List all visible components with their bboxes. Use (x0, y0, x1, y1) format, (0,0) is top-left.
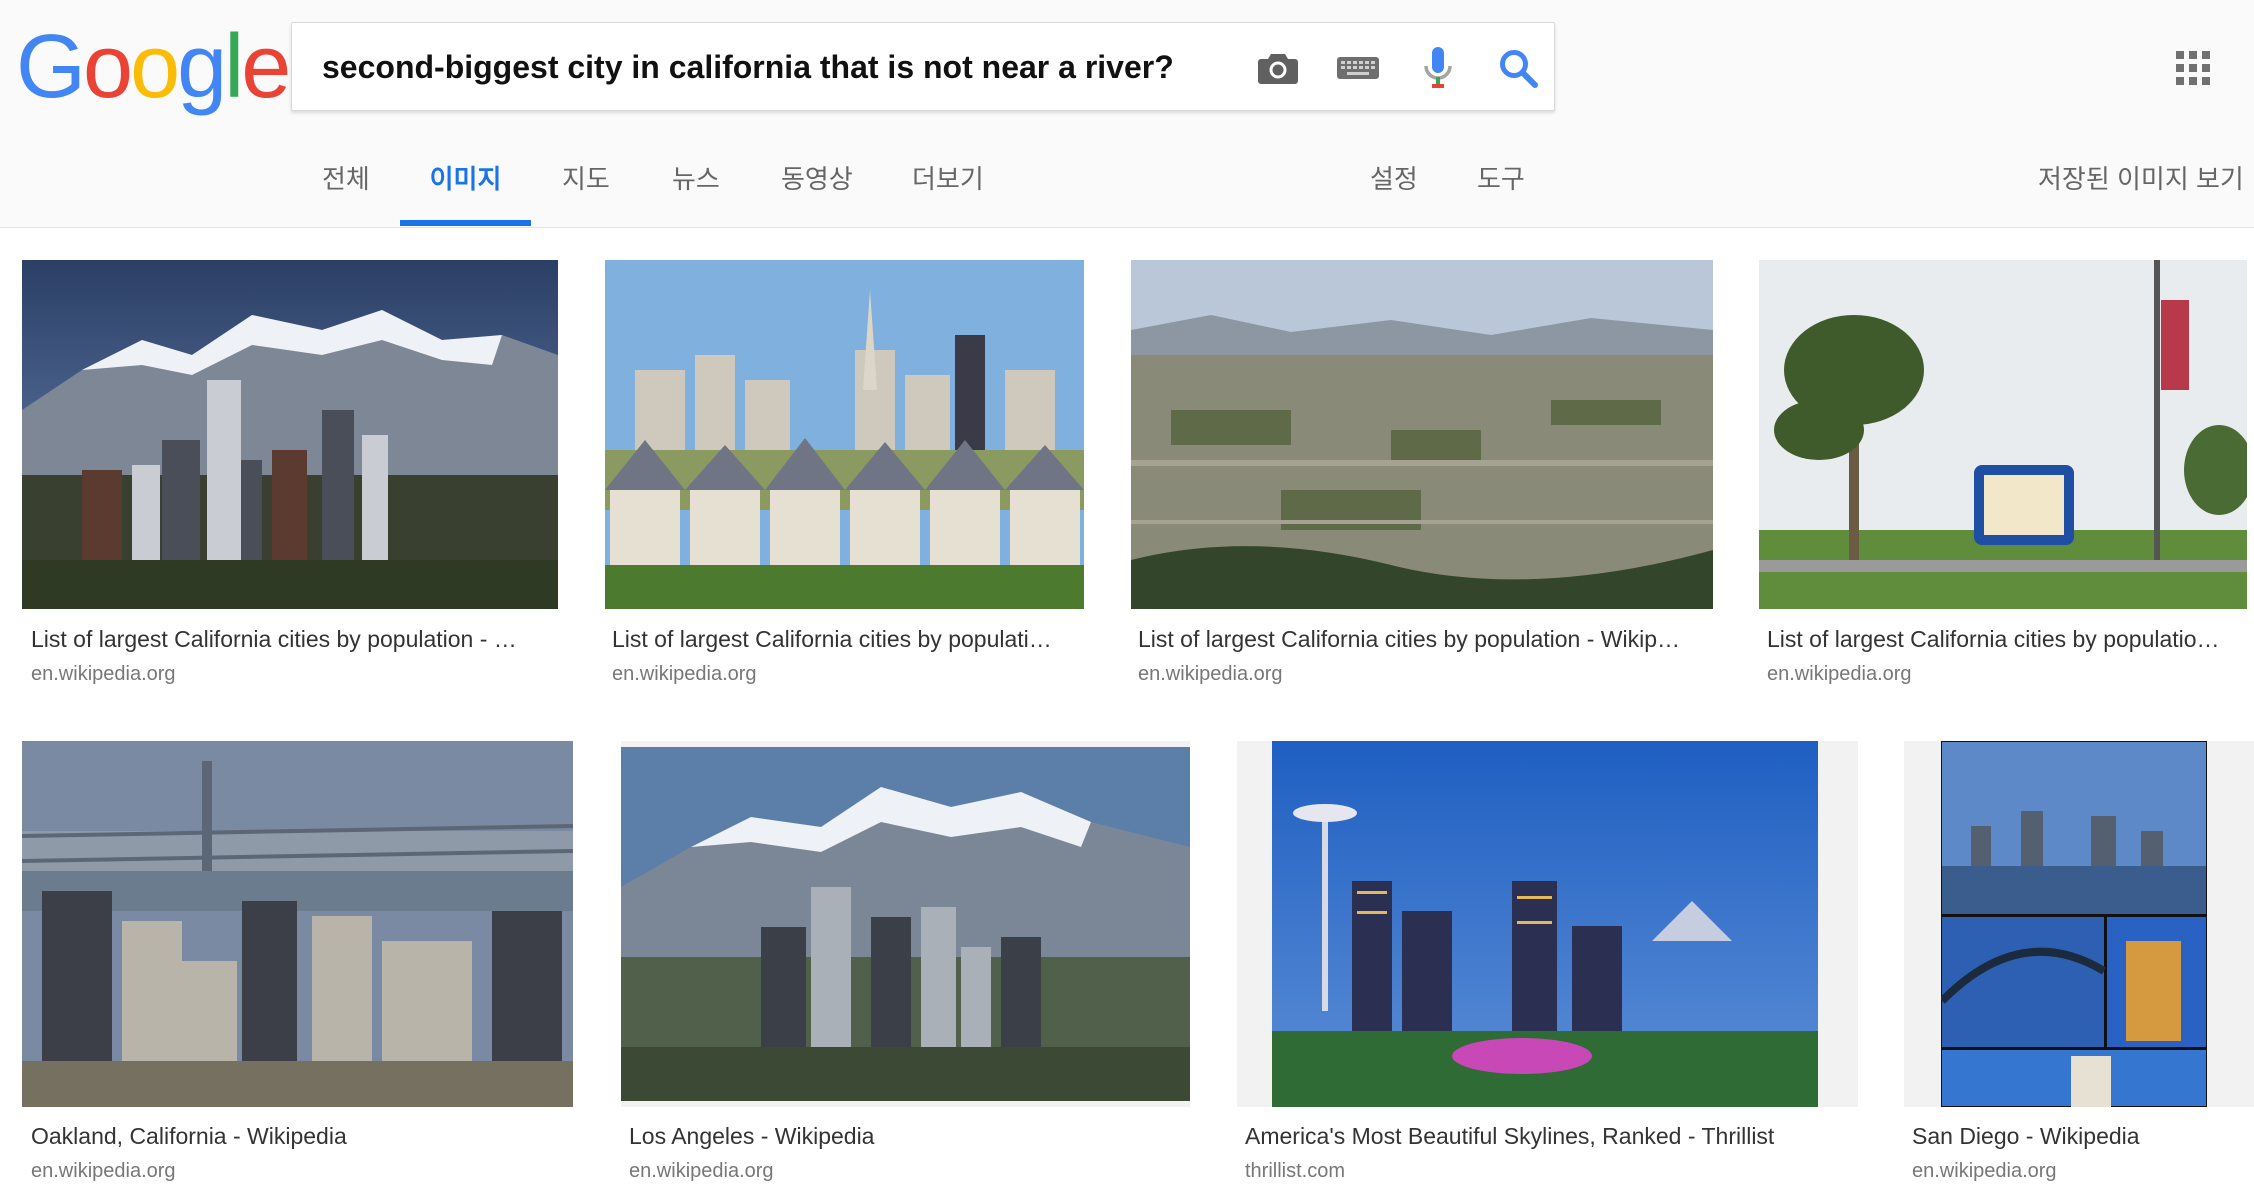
image-result[interactable]: America's Most Beautiful Skylines, Ranke… (1237, 741, 1858, 1196)
image-result[interactable]: List of largest California cities by pop… (1759, 260, 2247, 690)
tab-settings[interactable]: 설정 (1370, 150, 1418, 228)
tab-maps[interactable]: 지도 (562, 150, 610, 228)
result-title[interactable]: List of largest California cities by pop… (31, 626, 561, 653)
result-thumbnail[interactable] (605, 260, 1084, 609)
active-tab-indicator (400, 220, 531, 226)
result-thumbnail[interactable] (22, 741, 573, 1107)
result-title[interactable]: San Diego - Wikipedia (1912, 1123, 2252, 1150)
image-result[interactable]: San Diego - Wikipedia en.wikipedia.org (1904, 741, 2254, 1196)
logo-letter: e (241, 17, 291, 117)
result-title[interactable]: List of largest California cities by pop… (612, 626, 1082, 653)
saved-images-link[interactable]: 저장된 이미지 보기 (2038, 150, 2244, 228)
search-input[interactable]: second-biggest city in california that i… (322, 23, 1174, 112)
apps-grid-icon[interactable] (2176, 51, 2210, 85)
image-result[interactable]: Oakland, California - Wikipedia en.wikip… (22, 741, 573, 1196)
result-source: en.wikipedia.org (1767, 663, 1912, 685)
result-source: en.wikipedia.org (31, 1160, 176, 1182)
google-logo[interactable]: Google (16, 17, 291, 117)
search-icon[interactable] (1495, 45, 1541, 91)
result-title[interactable]: Oakland, California - Wikipedia (31, 1123, 576, 1150)
result-title[interactable]: List of largest California cities by pop… (1767, 626, 2247, 653)
logo-letter: o (83, 17, 133, 117)
tab-news[interactable]: 뉴스 (672, 150, 720, 228)
result-thumbnail[interactable] (1941, 741, 2207, 1107)
image-result[interactable]: List of largest California cities by pop… (22, 260, 558, 690)
result-source: en.wikipedia.org (1912, 1160, 2057, 1182)
logo-letter: G (16, 17, 86, 117)
result-thumbnail[interactable] (1131, 260, 1713, 609)
result-thumbnail[interactable] (22, 260, 558, 609)
result-thumbnail[interactable] (1759, 260, 2247, 609)
result-source: en.wikipedia.org (612, 663, 757, 685)
search-header: Google second-biggest city in california… (0, 0, 2254, 228)
tab-more[interactable]: 더보기 (912, 150, 984, 228)
result-source: en.wikipedia.org (629, 1160, 774, 1182)
tab-videos[interactable]: 동영상 (781, 150, 853, 228)
logo-letter: g (177, 17, 227, 117)
image-result[interactable]: List of largest California cities by pop… (605, 260, 1084, 690)
keyboard-icon[interactable] (1335, 45, 1381, 91)
result-title[interactable]: List of largest California cities by pop… (1138, 626, 1713, 653)
tab-all[interactable]: 전체 (322, 150, 370, 228)
result-source: thrillist.com (1245, 1160, 1346, 1182)
search-box[interactable]: second-biggest city in california that i… (291, 22, 1555, 111)
logo-letter: l (224, 17, 244, 117)
result-thumbnail[interactable] (1272, 741, 1818, 1107)
result-title[interactable]: Los Angeles - Wikipedia (629, 1123, 1189, 1150)
camera-icon[interactable] (1255, 45, 1301, 91)
microphone-icon[interactable] (1415, 45, 1461, 91)
result-thumbnail[interactable] (621, 747, 1190, 1101)
tab-images[interactable]: 이미지 (400, 150, 531, 228)
image-result[interactable]: Los Angeles - Wikipedia en.wikipedia.org (621, 741, 1190, 1196)
result-source: en.wikipedia.org (31, 663, 176, 685)
logo-letter: o (130, 17, 180, 117)
result-source: en.wikipedia.org (1138, 663, 1283, 685)
result-title[interactable]: America's Most Beautiful Skylines, Ranke… (1245, 1123, 1855, 1150)
tab-tools[interactable]: 도구 (1477, 150, 1525, 228)
image-result[interactable]: List of largest California cities by pop… (1131, 260, 1713, 690)
